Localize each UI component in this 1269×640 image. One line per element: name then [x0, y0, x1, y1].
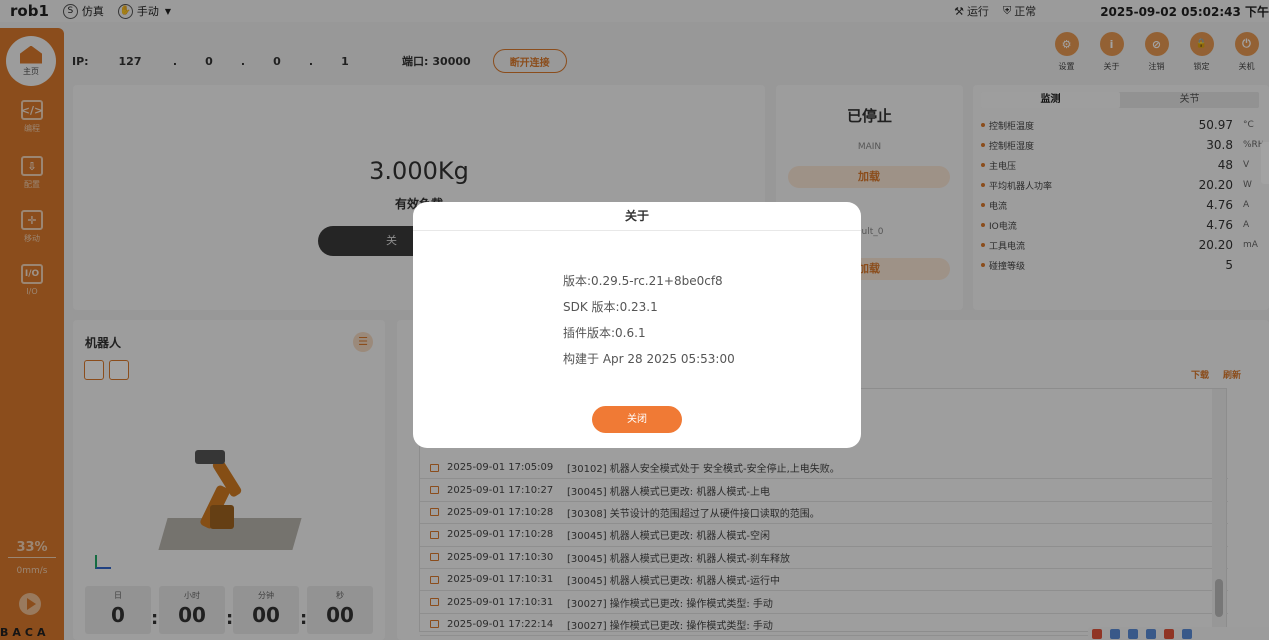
about-dialog: 关于 版本:0.29.5-rc.21+8be0cf8 SDK 版本:0.23.1…: [413, 202, 861, 448]
close-button[interactable]: 关闭: [592, 406, 682, 433]
plugin-version-text: 插件版本:0.6.1: [563, 326, 646, 340]
build-date-text: 构建于 Apr 28 2025 05:53:00: [563, 352, 735, 366]
version-text: 版本:0.29.5-rc.21+8be0cf8: [563, 274, 723, 288]
sdk-version-text: SDK 版本:0.23.1: [563, 300, 658, 314]
dialog-title: 关于: [413, 202, 861, 231]
